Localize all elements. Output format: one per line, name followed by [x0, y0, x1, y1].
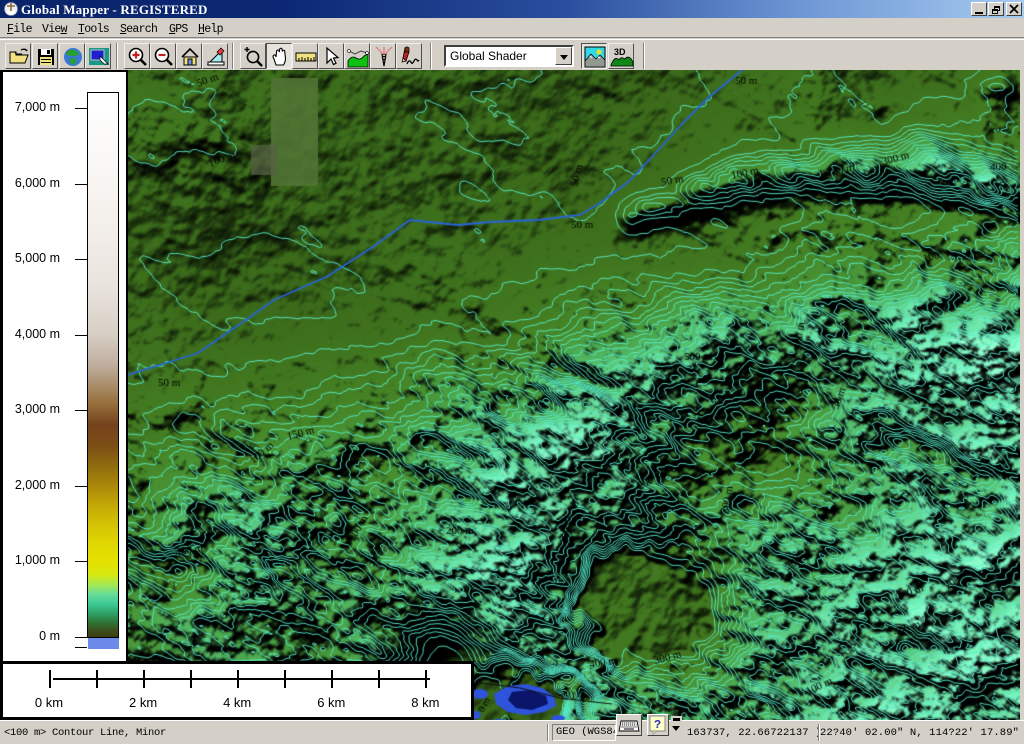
svg-text:3D: 3D [614, 47, 626, 57]
svg-text:?: ? [654, 718, 661, 732]
